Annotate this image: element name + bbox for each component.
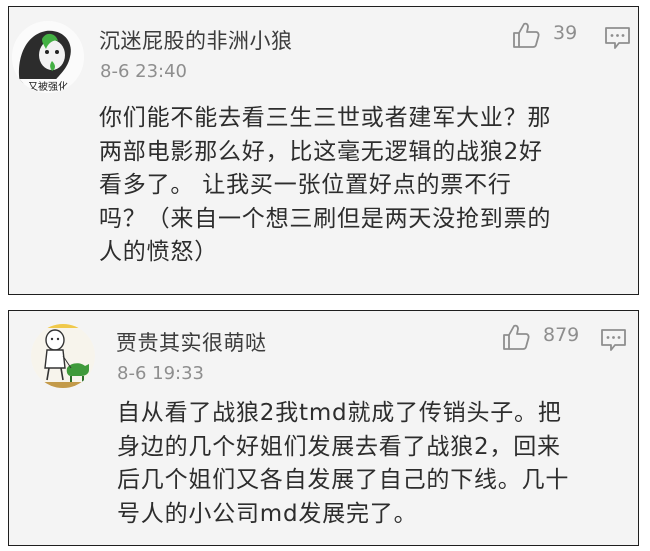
comment-card: 贾贵其实很萌哒 8-6 19:33 879 自从看了战狼2我tmd就成了传销头子… xyxy=(8,310,639,546)
comment-card: 又被强化 沉迷屁股的非洲小狼 8-6 23:40 39 你们能不能去看三生三世或… xyxy=(8,6,639,295)
like-button[interactable]: 39 xyxy=(511,20,577,50)
username[interactable]: 沉迷屁股的非洲小狼 xyxy=(99,25,293,55)
comment-bubble-icon xyxy=(601,329,626,351)
comment-text: 你们能不能去看三生三世或者建军大业？那 两部电影那么好，比这毫无逻辑的战狼2好 … xyxy=(99,105,552,265)
avatar[interactable]: 又被强化 xyxy=(12,21,84,93)
comment-text: 自从看了战狼2我tmd就成了传销头子。把 身边的几个好姐们发展去看了战狼2，回来… xyxy=(117,400,570,527)
reply-button[interactable] xyxy=(604,26,631,50)
like-count: 39 xyxy=(553,22,578,44)
like-button[interactable]: 879 xyxy=(501,322,579,352)
thumbs-up-icon xyxy=(513,22,540,48)
avatar-image xyxy=(31,324,95,388)
timestamp: 8-6 23:40 xyxy=(100,61,187,82)
thumbs-up-icon xyxy=(503,324,530,350)
comment-bubble-icon xyxy=(605,27,630,49)
avatar-image: 又被强化 xyxy=(12,21,84,93)
username[interactable]: 贾贵其实很萌哒 xyxy=(116,327,267,357)
avatar-caption: 又被强化 xyxy=(28,80,68,93)
timestamp: 8-6 19:33 xyxy=(117,363,204,384)
reply-button[interactable] xyxy=(600,328,627,352)
like-count: 879 xyxy=(543,324,580,346)
avatar[interactable] xyxy=(31,324,95,388)
